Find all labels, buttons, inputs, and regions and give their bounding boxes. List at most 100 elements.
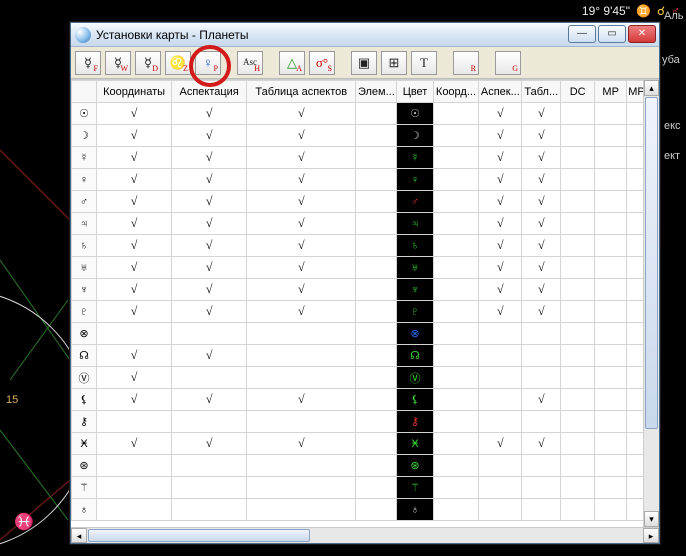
cell-tab2[interactable] [522,323,561,345]
row-header-glyph[interactable]: ☊ [72,345,97,367]
cell-coord[interactable]: √ [97,433,172,455]
cell-tab[interactable] [247,477,356,499]
scroll-left-icon[interactable]: ◂ [71,528,87,543]
cell-tab2[interactable]: √ [522,301,561,323]
cell-coord2[interactable] [433,389,479,411]
hscroll-thumb[interactable] [88,529,310,542]
cell-tab[interactable]: √ [247,257,356,279]
cell-asp2[interactable]: √ [479,433,522,455]
vertical-scrollbar[interactable]: ▴ ▾ [643,80,659,527]
cell-asp2[interactable]: √ [479,213,522,235]
cell-mp[interactable] [595,367,627,389]
table-row[interactable]: ♇√√√♇√√ [72,301,659,323]
toolbar-p[interactable]: ♀P [195,51,221,75]
col-asp2[interactable]: Аспек... [479,81,522,103]
table-row[interactable]: Ⓥ√Ⓥ [72,367,659,389]
cell-coord[interactable]: √ [97,367,172,389]
cell-tab2[interactable]: √ [522,389,561,411]
toolbar-h[interactable]: AscH [237,51,263,75]
cell-dc[interactable] [561,125,595,147]
cell-tab2[interactable]: √ [522,257,561,279]
cell-asp2[interactable]: √ [479,279,522,301]
cell-coord[interactable]: √ [97,169,172,191]
toolbar-r[interactable]: R [453,51,479,75]
color-swatch[interactable]: ⚷ [397,411,433,433]
cell-tab[interactable] [247,345,356,367]
cell-coord2[interactable] [433,213,479,235]
cell-dc[interactable] [561,103,595,125]
cell-dc[interactable] [561,257,595,279]
color-swatch[interactable]: ☿ [397,147,433,169]
cell-coord[interactable] [97,411,172,433]
cell-asp[interactable]: √ [172,257,247,279]
row-header-glyph[interactable]: ♃ [72,213,97,235]
cell-asp[interactable] [172,323,247,345]
toolbar-s[interactable]: σ°S [309,51,335,75]
cell-coord2[interactable] [433,191,479,213]
cell-tab[interactable]: √ [247,191,356,213]
cell-dc[interactable] [561,191,595,213]
row-header-glyph[interactable]: ♁ [72,499,97,521]
scroll-down-icon[interactable]: ▾ [644,511,659,527]
cell-tab[interactable]: √ [247,103,356,125]
cell-elem[interactable] [356,477,397,499]
cell-asp2[interactable]: √ [479,191,522,213]
col-tab[interactable]: Таблица аспектов [247,81,356,103]
cell-asp[interactable]: √ [172,147,247,169]
cell-mp[interactable] [595,235,627,257]
cell-coord[interactable]: √ [97,103,172,125]
cell-coord[interactable] [97,323,172,345]
row-header-glyph[interactable]: ♄ [72,235,97,257]
cell-asp[interactable]: √ [172,235,247,257]
cell-asp[interactable]: √ [172,433,247,455]
cell-tab[interactable] [247,323,356,345]
cell-tab2[interactable] [522,477,561,499]
row-header-glyph[interactable]: ⊛ [72,455,97,477]
cell-elem[interactable] [356,499,397,521]
cell-coord2[interactable] [433,125,479,147]
col-mp[interactable]: MP [595,81,627,103]
cell-elem[interactable] [356,213,397,235]
cell-tab2[interactable] [522,455,561,477]
cell-elem[interactable] [356,433,397,455]
table-row[interactable]: ♁♁ [72,499,659,521]
table-row[interactable]: ⚷⚷ [72,411,659,433]
cell-asp2[interactable] [479,367,522,389]
cell-tab2[interactable]: √ [522,125,561,147]
cell-asp[interactable]: √ [172,103,247,125]
color-swatch[interactable]: ♄ [397,235,433,257]
row-header-glyph[interactable]: ⚷ [72,411,97,433]
color-swatch[interactable]: ⚚ [397,477,433,499]
minimize-button[interactable]: — [568,25,596,43]
cell-tab[interactable]: √ [247,433,356,455]
cell-coord[interactable]: √ [97,235,172,257]
color-swatch[interactable]: ♆ [397,279,433,301]
cell-coord2[interactable] [433,103,479,125]
cell-asp2[interactable]: √ [479,235,522,257]
cell-dc[interactable] [561,323,595,345]
cell-dc[interactable] [561,433,595,455]
cell-tab[interactable]: √ [247,169,356,191]
cell-asp[interactable]: √ [172,301,247,323]
cell-tab2[interactable]: √ [522,279,561,301]
color-swatch[interactable]: ♇ [397,301,433,323]
table-row[interactable]: ♃√√√♃√√ [72,213,659,235]
cell-coord2[interactable] [433,499,479,521]
cell-dc[interactable] [561,301,595,323]
cell-mp[interactable] [595,433,627,455]
cell-tab2[interactable]: √ [522,103,561,125]
cell-asp2[interactable]: √ [479,103,522,125]
cell-mp[interactable] [595,389,627,411]
cell-tab[interactable]: √ [247,389,356,411]
cell-asp[interactable] [172,411,247,433]
toolbar-g[interactable]: G [495,51,521,75]
cell-elem[interactable] [356,257,397,279]
table-row[interactable]: ♅√√√♅√√ [72,257,659,279]
cell-coord2[interactable] [433,323,479,345]
cell-mp[interactable] [595,191,627,213]
cell-coord[interactable]: √ [97,279,172,301]
cell-asp[interactable]: √ [172,279,247,301]
cell-coord[interactable]: √ [97,301,172,323]
cell-coord2[interactable] [433,279,479,301]
toolbar-a[interactable]: △A [279,51,305,75]
